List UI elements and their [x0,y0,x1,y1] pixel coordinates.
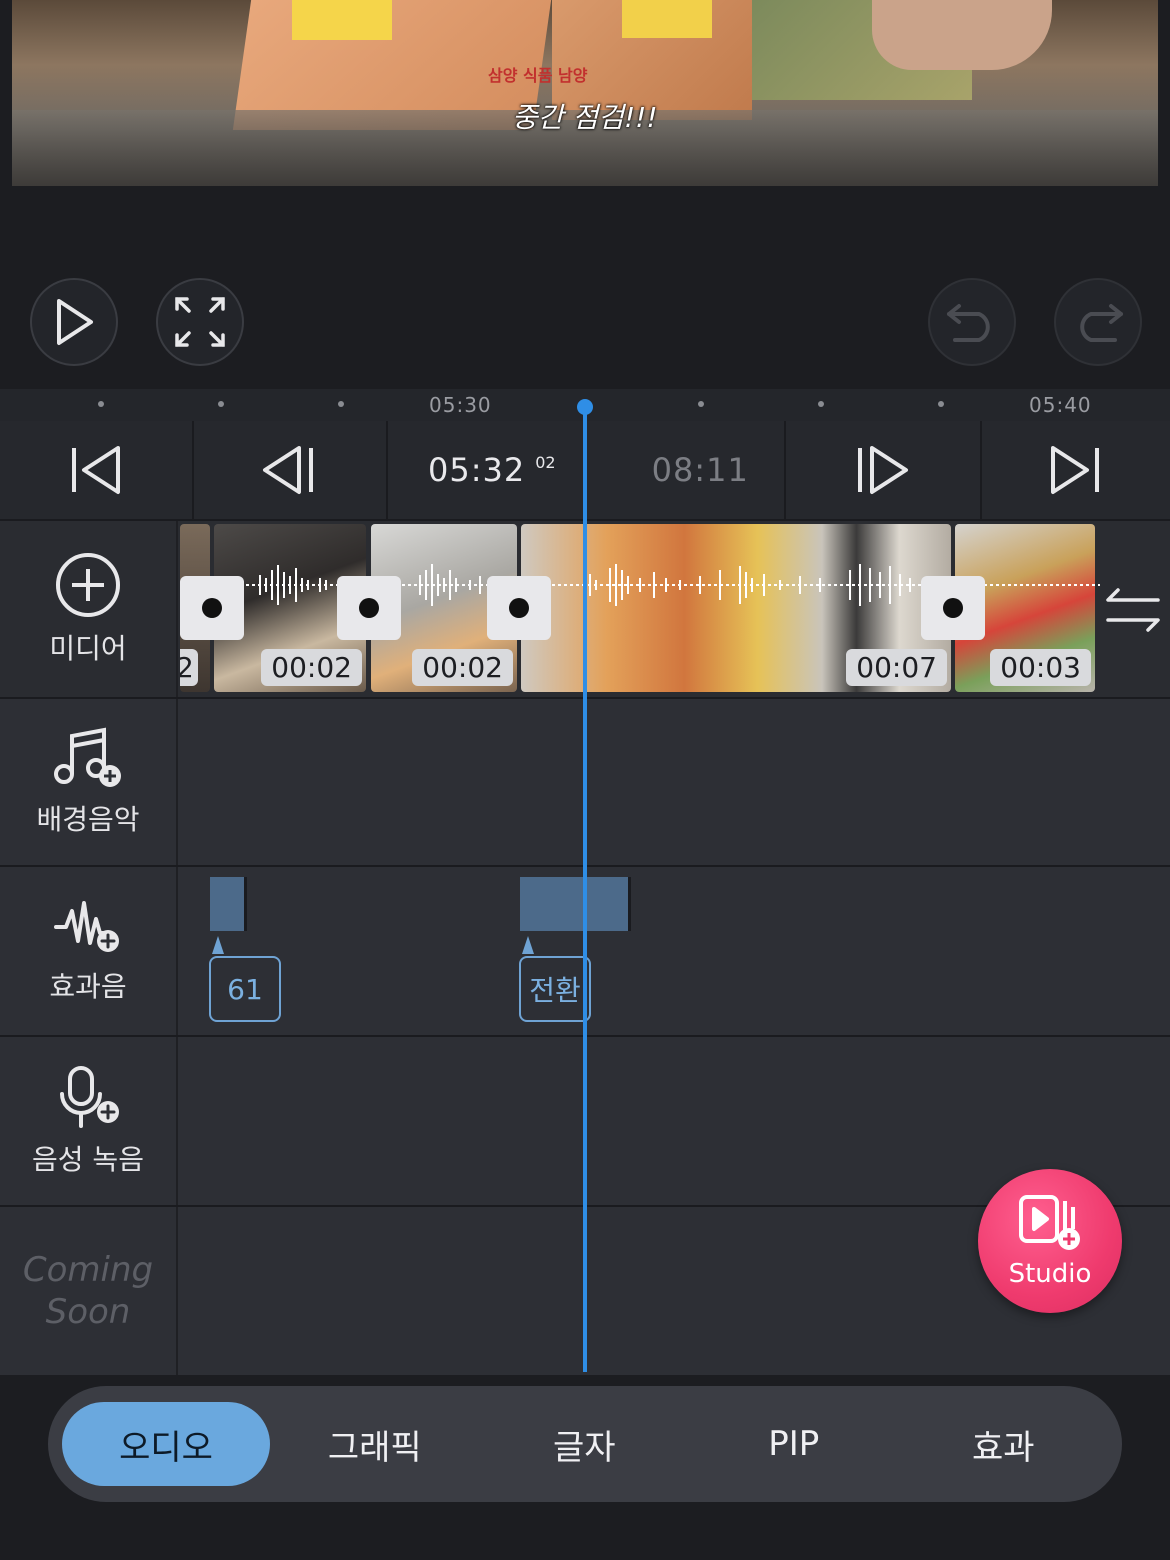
clip-duration: 00:02 [261,649,362,686]
coming-soon-label: Coming Soon [22,1250,154,1332]
preview-brand-text: 삼양 식품 남양 [488,66,588,85]
studio-button[interactable]: Studio [978,1169,1122,1313]
skip-start-icon [72,446,120,494]
swap-arrows-icon[interactable] [1104,586,1162,634]
music-note-add-icon [54,727,121,787]
sfx-tag[interactable]: 61 [209,956,281,1022]
redo-button[interactable] [1054,278,1142,366]
tab-pip[interactable]: PIP [689,1402,899,1486]
transition-marker[interactable] [487,576,551,640]
clip-duration: 00:07 [846,649,947,686]
step-back-icon [263,446,313,494]
preview-label [622,0,712,38]
video-add-icon [1019,1195,1080,1250]
add-voice-button[interactable]: 음성 녹음 [0,1037,178,1205]
sfx-clip[interactable] [210,877,247,931]
add-circle-icon [56,553,120,617]
transition-marker[interactable] [180,576,244,640]
playhead[interactable] [583,406,587,1372]
current-time: 05:32 [428,451,526,489]
clip-duration: 2 [180,649,198,686]
bgm-label: 배경음악 [36,803,140,836]
sfx-tag[interactable]: 전환 [519,956,591,1022]
add-bgm-button[interactable]: 배경음악 [0,699,178,865]
skip-to-end-button[interactable] [980,421,1170,519]
waveform-add-icon [54,901,119,952]
play-button[interactable] [30,278,118,366]
transition-dot-icon [943,598,963,618]
ruler-dot [218,401,224,407]
skip-end-icon [1051,446,1099,494]
undo-icon [947,304,990,342]
sfx-label: 효과음 [49,970,127,1003]
transition-marker[interactable] [921,576,985,640]
previous-frame-button[interactable] [192,421,388,519]
add-media-button[interactable]: 미디어 [0,521,178,697]
current-frame: 02 [535,452,556,472]
fullscreen-button[interactable] [156,278,244,366]
tab-graphic[interactable]: 그래픽 [270,1402,480,1486]
preview-caption: 중간 점검!!! [512,101,658,134]
sfx-clip[interactable] [520,877,631,931]
tab-effect[interactable]: 효과 [899,1402,1109,1486]
sfx-pointer [522,936,534,954]
ruler-label: 05:30 [429,393,492,417]
studio-label: Studio [1008,1259,1092,1289]
voice-label: 음성 녹음 [32,1143,144,1176]
ruler-dot [818,401,824,407]
total-time: 08:11 [651,451,749,489]
tab-text[interactable]: 글자 [480,1402,690,1486]
bottom-tab-bar: 오디오 그래픽 글자 PIP 효과 [48,1386,1122,1502]
tab-audio[interactable]: 오디오 [62,1402,270,1486]
clip-duration: 00:02 [412,649,513,686]
ruler-dot [698,401,704,407]
step-forward-icon [858,446,908,494]
skip-to-start-button[interactable] [0,421,194,519]
sfx-pointer [212,936,224,954]
transition-marker[interactable] [337,576,401,640]
ruler-dot [338,401,344,407]
transition-dot-icon [202,598,222,618]
expand-icon [175,297,225,347]
clip-duration: 00:03 [990,649,1091,686]
transition-dot-icon [359,598,379,618]
ruler-dot [938,401,944,407]
microphone-add-icon [60,1066,119,1128]
redo-icon [1080,304,1123,342]
ruler-label: 05:40 [1029,393,1092,417]
next-frame-button[interactable] [784,421,982,519]
add-sfx-button[interactable]: 효과음 [0,867,178,1035]
coming-soon-label-cell: Coming Soon [0,1207,178,1375]
preview-hand [872,0,1052,70]
play-icon [57,299,93,345]
ruler-dot [98,401,104,407]
video-preview: 삼양 식품 남양 중간 점검!!! [12,0,1158,186]
media-label: 미디어 [49,632,127,665]
playhead-handle[interactable] [577,399,593,415]
undo-button[interactable] [928,278,1016,366]
preview-label [292,0,392,40]
transition-dot-icon [509,598,529,618]
